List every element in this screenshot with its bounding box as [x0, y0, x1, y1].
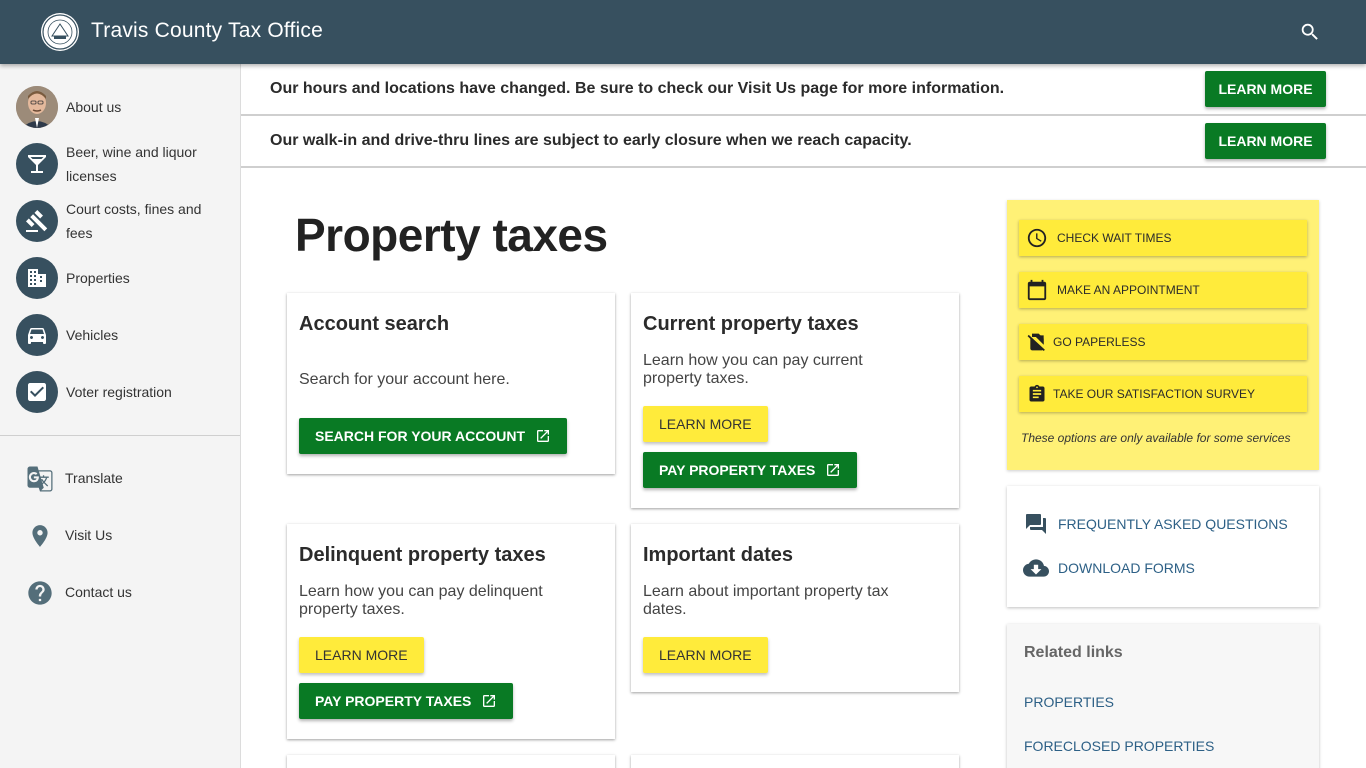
- sidebar-item-label: Translate: [65, 470, 123, 486]
- card-description: Search for your account here.: [299, 371, 510, 388]
- card-current-property-taxes: Current property taxes Learn how you can…: [631, 293, 959, 508]
- checkbox-icon: [28, 383, 46, 401]
- sidebar-item-beer-wine-liquor[interactable]: Beer, wine and liquor licenses: [0, 143, 240, 185]
- take-satisfaction-survey-button[interactable]: TAKE OUR SATISFACTION SURVEY: [1019, 376, 1307, 412]
- sidebar-item-vehicles[interactable]: Vehicles: [0, 314, 240, 356]
- top-app-bar: Travis County Tax Office: [0, 0, 1366, 64]
- resources-panel: FREQUENTLY ASKED QUESTIONS DOWNLOAD FORM…: [1007, 486, 1319, 607]
- card-important-dates: Important dates Learn about important pr…: [631, 524, 959, 692]
- related-link-foreclosed-properties[interactable]: FORECLOSED PROPERTIES: [1024, 738, 1214, 754]
- avatar: [16, 86, 58, 128]
- card-title: Current property taxes: [643, 313, 859, 335]
- sidebar-item-contact-us[interactable]: Contact us: [0, 577, 240, 609]
- sidebar-item-label: Properties: [66, 270, 130, 286]
- learn-more-button[interactable]: LEARN MORE: [1205, 71, 1326, 107]
- card-delinquent-property-taxes: Delinquent property taxes Learn how you …: [287, 524, 615, 739]
- card-title: Important dates: [643, 544, 794, 566]
- help-circle-icon: [28, 581, 52, 605]
- clock-icon: [1027, 228, 1047, 248]
- related-links-title: Related links: [1024, 644, 1123, 661]
- faq-link[interactable]: FREQUENTLY ASKED QUESTIONS: [1023, 511, 1288, 537]
- button-label: TAKE OUR SATISFACTION SURVEY: [1053, 387, 1256, 401]
- button-label: PAY PROPERTY TAXES: [659, 462, 816, 478]
- translate-icon: [27, 466, 53, 492]
- location-pin-icon: [32, 525, 48, 547]
- sidebar-item-label: Court costs, fines and fees: [66, 201, 202, 241]
- sidebar-item-translate[interactable]: Translate: [0, 463, 240, 495]
- button-label: CHECK WAIT TIMES: [1057, 231, 1172, 245]
- card-title: Delinquent property taxes: [299, 544, 546, 566]
- card-account-search: Account search Search for your account h…: [287, 293, 615, 474]
- pay-property-taxes-button[interactable]: PAY PROPERTY TAXES: [643, 452, 858, 488]
- alert-banner-hours: Our hours and locations have changed. Be…: [241, 64, 1366, 116]
- button-label: MAKE AN APPOINTMENT: [1057, 283, 1200, 297]
- calendar-icon: [1027, 279, 1047, 301]
- learn-more-button[interactable]: LEARN MORE: [1205, 123, 1326, 159]
- sidebar-item-visit-us[interactable]: Visit Us: [0, 520, 240, 552]
- search-icon: [1301, 23, 1318, 40]
- cloud-download-icon: [1023, 559, 1049, 577]
- button-label: GO PAPERLESS: [1053, 335, 1146, 349]
- gavel-icon: [25, 210, 48, 232]
- sidebar-item-label: Contact us: [65, 584, 132, 600]
- search-for-your-account-button[interactable]: SEARCH FOR YOUR ACCOUNT: [299, 418, 568, 454]
- sidebar-item-label: Beer, wine and liquor licenses: [66, 144, 197, 184]
- learn-more-button[interactable]: LEARN MORE: [643, 406, 768, 442]
- link-label: FREQUENTLY ASKED QUESTIONS: [1058, 516, 1288, 532]
- cocktail-glass-icon: [28, 155, 46, 173]
- sidebar: About us Beer, wine and liquor licenses …: [0, 64, 241, 768]
- button-label: PAY PROPERTY TAXES: [315, 693, 472, 709]
- paperless-icon: [1027, 333, 1045, 351]
- go-paperless-button[interactable]: GO PAPERLESS: [1019, 324, 1307, 360]
- learn-more-button[interactable]: LEARN MORE: [643, 637, 768, 673]
- card-next-row: [287, 755, 615, 768]
- sidebar-item-voter-registration[interactable]: Voter registration: [0, 371, 240, 413]
- app-title[interactable]: Travis County Tax Office: [91, 19, 323, 43]
- forum-icon: [1026, 514, 1046, 534]
- sidebar-item-about-us[interactable]: About us: [0, 86, 240, 128]
- open-in-new-icon: [483, 695, 496, 707]
- car-icon: [28, 328, 46, 344]
- sidebar-item-label: Visit Us: [65, 527, 113, 543]
- quick-actions-note: These options are only available for som…: [1021, 431, 1291, 445]
- button-label: SEARCH FOR YOUR ACCOUNT: [315, 428, 526, 444]
- alert-text: Our walk-in and drive-thru lines are sub…: [270, 132, 912, 149]
- sidebar-item-label: About us: [66, 99, 122, 115]
- sidebar-divider: [0, 435, 240, 436]
- search-button[interactable]: [1294, 16, 1326, 48]
- pay-property-taxes-button[interactable]: PAY PROPERTY TAXES: [299, 683, 514, 719]
- card-description: Learn how you can pay delinquent propert…: [299, 583, 543, 618]
- alert-text: Our hours and locations have changed. Be…: [270, 80, 1005, 97]
- clipboard-icon: [1029, 384, 1045, 402]
- building-icon: [28, 269, 46, 287]
- card-next-row: [631, 755, 959, 768]
- learn-more-button[interactable]: LEARN MORE: [299, 637, 424, 673]
- open-in-new-icon: [827, 464, 840, 476]
- sidebar-item-label: Voter registration: [66, 384, 172, 400]
- open-in-new-icon: [537, 430, 550, 442]
- related-link-properties[interactable]: PROPERTIES: [1024, 694, 1114, 710]
- make-an-appointment-button[interactable]: MAKE AN APPOINTMENT: [1019, 272, 1307, 308]
- county-seal-icon[interactable]: [40, 12, 80, 52]
- alert-banner-capacity: Our walk-in and drive-thru lines are sub…: [241, 116, 1366, 168]
- related-links-panel: Related links PROPERTIES FORECLOSED PROP…: [1007, 624, 1319, 768]
- card-title: Account search: [299, 313, 450, 335]
- sidebar-item-court-costs[interactable]: Court costs, fines and fees: [0, 200, 240, 242]
- link-label: DOWNLOAD FORMS: [1058, 560, 1195, 576]
- card-description: Learn about important property tax dates…: [643, 583, 889, 618]
- page-title: Property taxes: [295, 209, 608, 261]
- download-forms-link[interactable]: DOWNLOAD FORMS: [1023, 555, 1195, 581]
- sidebar-item-label: Vehicles: [66, 327, 119, 343]
- sidebar-item-properties[interactable]: Properties: [0, 257, 240, 299]
- quick-actions-panel: CHECK WAIT TIMES MAKE AN APPOINTMENT GO …: [1007, 200, 1319, 470]
- card-description: Learn how you can pay current property t…: [643, 352, 863, 387]
- check-wait-times-button[interactable]: CHECK WAIT TIMES: [1019, 220, 1307, 256]
